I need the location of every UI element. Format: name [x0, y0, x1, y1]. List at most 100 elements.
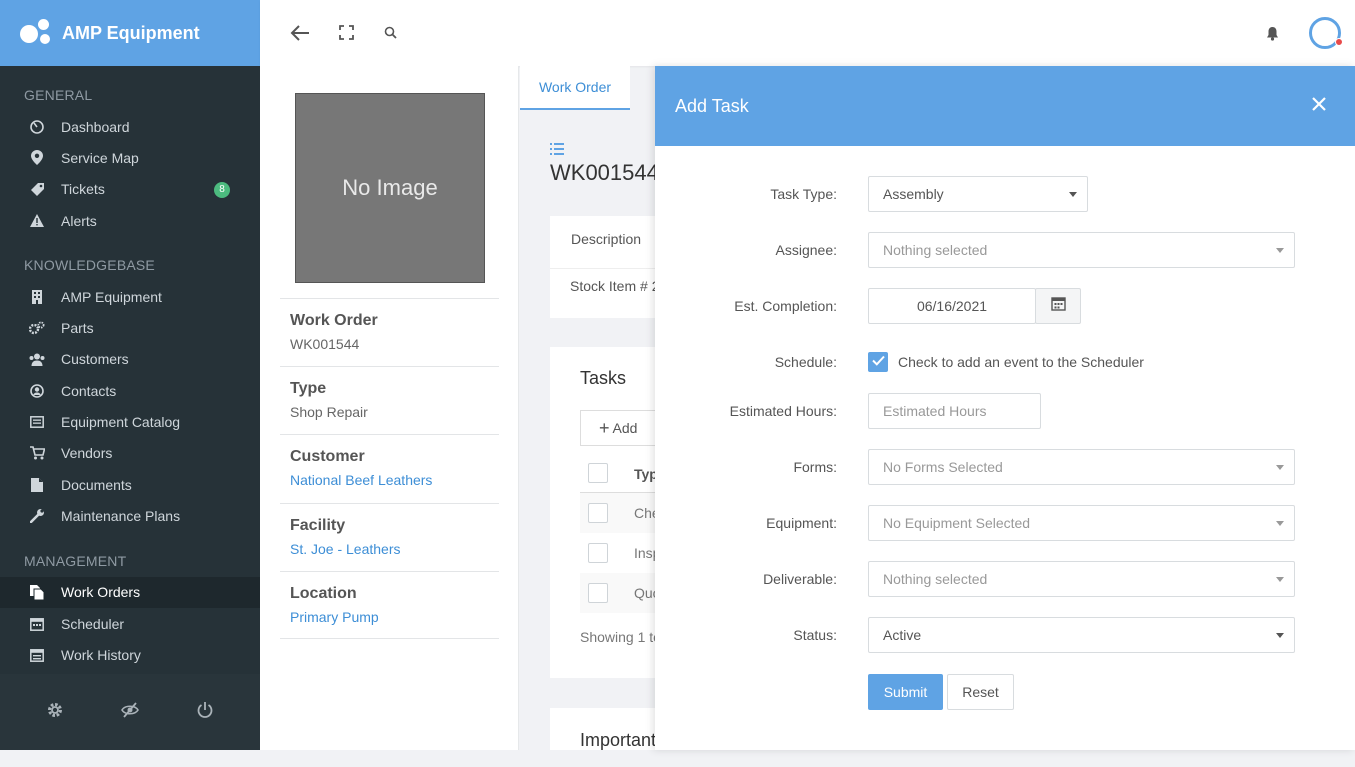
- facility-link[interactable]: St. Joe - Leathers: [290, 541, 489, 557]
- bell-icon[interactable]: [1266, 26, 1279, 46]
- chevron-down-icon: [1276, 577, 1284, 582]
- chevron-down-icon: [1276, 633, 1284, 638]
- wrench-icon: [29, 508, 45, 524]
- sidebar-item-label: Vendors: [61, 445, 113, 462]
- sidebar-item-tickets[interactable]: Tickets 8: [0, 174, 260, 205]
- deliverable-placeholder: Nothing selected: [883, 571, 988, 587]
- select-all-checkbox[interactable]: [588, 463, 608, 483]
- sidebar-item-work-history[interactable]: Work History: [0, 639, 260, 670]
- sidebar-item-label: Scheduler: [61, 615, 125, 632]
- row-checkbox[interactable]: [588, 503, 608, 523]
- dashboard-icon: [29, 119, 45, 135]
- assignee-placeholder: Nothing selected: [883, 242, 988, 258]
- row-completion: Est. Completion: 06/16/2021: [655, 288, 1355, 324]
- chevron-down-icon: [1276, 465, 1284, 470]
- forms-label: Forms:: [793, 459, 837, 475]
- equipment-select[interactable]: No Equipment Selected: [868, 505, 1295, 541]
- page-title: WK001544: [550, 160, 659, 185]
- row-checkbox[interactable]: [588, 543, 608, 563]
- sidebar-item-label: Tickets: [61, 181, 105, 198]
- work-orders-icon: [29, 584, 45, 600]
- sidebar-item-label: Work Orders: [61, 584, 141, 601]
- detail-label: Facility: [290, 517, 346, 534]
- sidebar-item-customers[interactable]: Customers: [0, 344, 260, 375]
- power-icon[interactable]: [196, 701, 214, 724]
- fullscreen-icon[interactable]: [339, 25, 354, 45]
- brand-name: AMP Equipment: [62, 22, 200, 43]
- close-icon[interactable]: [1309, 94, 1329, 114]
- important-title: Important: [580, 730, 657, 750]
- hours-label: Estimated Hours:: [729, 403, 837, 419]
- completion-date-input[interactable]: 06/16/2021: [868, 288, 1036, 324]
- chevron-down-icon: [1276, 521, 1284, 526]
- date-picker-button[interactable]: [1035, 288, 1081, 324]
- reset-button[interactable]: Reset: [947, 674, 1014, 710]
- sidebar-item-alerts[interactable]: Alerts: [0, 205, 260, 236]
- catalog-icon: [29, 414, 45, 430]
- map-pin-icon: [29, 150, 45, 166]
- avatar-status-dot: [1335, 38, 1343, 46]
- detail-value: WK001544: [290, 336, 360, 352]
- sidebar: AMP Equipment GENERAL Dashboard Service …: [0, 0, 260, 750]
- row-checkbox[interactable]: [588, 583, 608, 603]
- estimated-hours-input[interactable]: Estimated Hours: [868, 393, 1041, 429]
- task-type-select[interactable]: Assembly: [868, 176, 1088, 212]
- sidebar-item-amp-equipment[interactable]: AMP Equipment: [0, 281, 260, 312]
- document-icon: [29, 477, 45, 493]
- sidebar-item-label: Documents: [61, 476, 132, 493]
- sidebar-item-equipment-catalog[interactable]: Equipment Catalog: [0, 406, 260, 437]
- detail-work-order: Work Order WK001544: [280, 298, 499, 365]
- sidebar-item-label: Service Map: [61, 149, 139, 166]
- modal-title: Add Task: [675, 95, 749, 116]
- sidebar-item-vendors[interactable]: Vendors: [0, 438, 260, 469]
- sidebar-item-contacts[interactable]: Contacts: [0, 375, 260, 406]
- sidebar-item-label: Contacts: [61, 382, 117, 399]
- sidebar-item-documents[interactable]: Documents: [0, 469, 260, 500]
- chevron-down-icon: [1276, 248, 1284, 253]
- modal-header: Add Task: [655, 66, 1355, 146]
- customer-link[interactable]: National Beef Leathers: [290, 472, 489, 488]
- row-task-type: Task Type: Assembly: [655, 176, 1355, 212]
- schedule-checkbox-label[interactable]: Check to add an event to the Scheduler: [898, 344, 1144, 380]
- forms-select[interactable]: No Forms Selected: [868, 449, 1295, 485]
- back-arrow-icon[interactable]: [290, 22, 310, 47]
- tab-work-order[interactable]: Work Order: [520, 66, 630, 110]
- detail-location: Location Primary Pump: [280, 571, 499, 639]
- forms-placeholder: No Forms Selected: [883, 459, 1003, 475]
- add-label: Add: [612, 420, 638, 436]
- hide-icon[interactable]: [121, 701, 139, 723]
- topbar: [260, 0, 1355, 66]
- contact-icon: [29, 383, 45, 399]
- submit-button[interactable]: Submit: [868, 674, 943, 710]
- settings-icon[interactable]: [46, 701, 64, 724]
- sidebar-item-label: AMP Equipment: [61, 288, 162, 305]
- sidebar-item-maintenance-plans[interactable]: Maintenance Plans: [0, 500, 260, 531]
- detail-label: Type: [290, 380, 327, 397]
- stock-item-text: Stock Item # 2: [570, 278, 660, 294]
- showing-text: Showing 1 to: [580, 629, 661, 645]
- status-select[interactable]: Active: [868, 617, 1295, 653]
- brand[interactable]: AMP Equipment: [0, 0, 260, 66]
- plus-icon: +: [599, 417, 610, 438]
- search-icon[interactable]: [384, 26, 397, 44]
- sidebar-item-service-map[interactable]: Service Map: [0, 142, 260, 173]
- schedule-checkbox[interactable]: [868, 352, 888, 372]
- add-task-modal: Add Task Task Type: Assembly Assignee: N…: [655, 66, 1355, 750]
- assignee-select[interactable]: Nothing selected: [868, 232, 1295, 268]
- row-assignee: Assignee: Nothing selected: [655, 232, 1355, 268]
- sidebar-item-scheduler[interactable]: Scheduler: [0, 608, 260, 639]
- sidebar-item-work-orders[interactable]: Work Orders: [0, 576, 260, 608]
- row-deliverable: Deliverable: Nothing selected: [655, 561, 1355, 597]
- nav-section-general: GENERAL: [24, 87, 93, 103]
- location-link[interactable]: Primary Pump: [290, 609, 489, 625]
- brand-logo-icon: [20, 19, 52, 47]
- detail-label: Work Order: [290, 312, 378, 329]
- sidebar-item-dashboard[interactable]: Dashboard: [0, 111, 260, 142]
- row-forms: Forms: No Forms Selected: [655, 449, 1355, 485]
- detail-type: Type Shop Repair: [280, 366, 499, 433]
- hours-placeholder: Estimated Hours: [883, 403, 987, 419]
- deliverable-select[interactable]: Nothing selected: [868, 561, 1295, 597]
- completion-date-value: 06/16/2021: [916, 298, 988, 314]
- sidebar-item-parts[interactable]: Parts: [0, 312, 260, 343]
- calendar-icon: [29, 616, 45, 632]
